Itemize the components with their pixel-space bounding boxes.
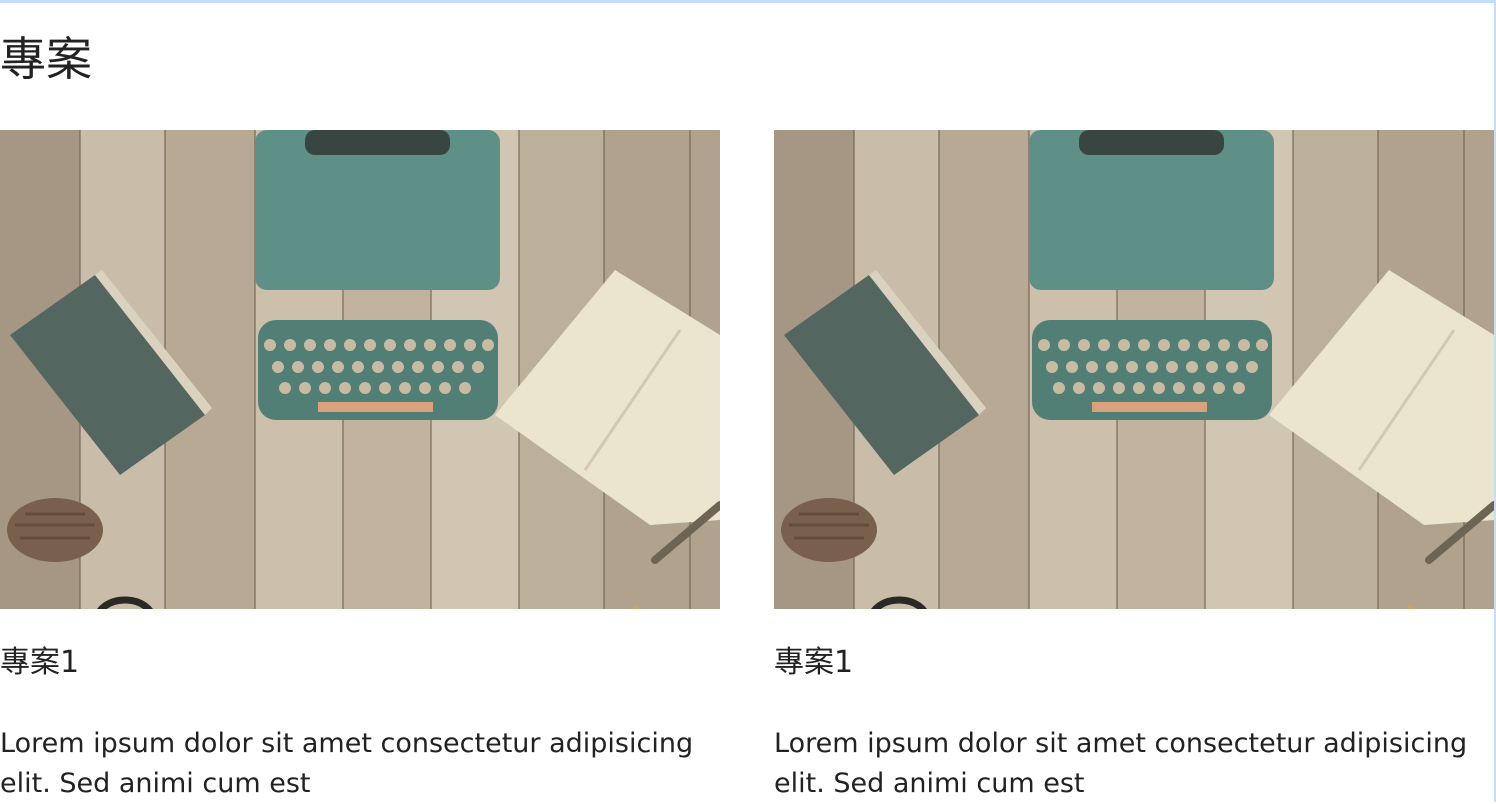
project-image bbox=[774, 130, 1494, 609]
section-title: 專案 bbox=[0, 32, 92, 86]
project-card: 專案1 Lorem ipsum dolor sit amet consectet… bbox=[0, 130, 720, 799]
project-description: Lorem ipsum dolor sit amet consectetur a… bbox=[0, 728, 694, 799]
project-description: Lorem ipsum dolor sit amet consectetur a… bbox=[774, 728, 1468, 799]
project-card: 專案1 Lorem ipsum dolor sit amet consectet… bbox=[774, 130, 1494, 799]
project-image bbox=[0, 130, 720, 609]
top-border bbox=[0, 0, 1496, 3]
project-title: 專案1 bbox=[0, 645, 80, 680]
project-title: 專案1 bbox=[774, 645, 854, 680]
